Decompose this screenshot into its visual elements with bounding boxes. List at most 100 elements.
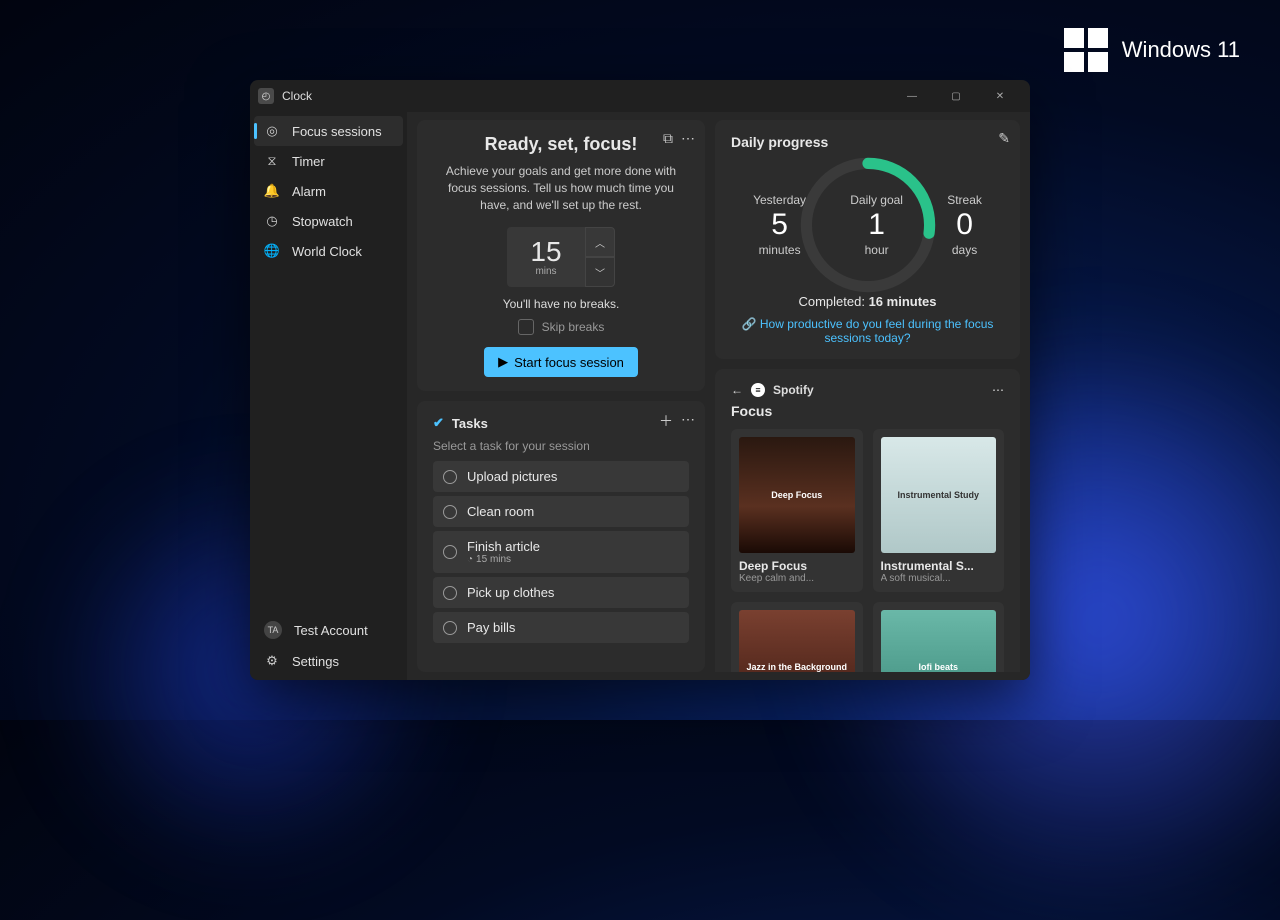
content-area: ⧉ ⋯ Ready, set, focus! Achieve your goal…: [407, 112, 1030, 680]
titlebar[interactable]: ◴ Clock — ▢ ✕: [250, 80, 1030, 112]
app-title: Clock: [282, 89, 312, 103]
playlist-name: Instrumental S...: [881, 559, 997, 573]
sidebar-item-alarm[interactable]: 🔔 Alarm: [254, 176, 403, 206]
tasks-icon: ✔: [433, 415, 444, 431]
more-icon[interactable]: ⋯: [681, 411, 695, 431]
bell-icon: 🔔: [264, 183, 280, 199]
focus-description: Achieve your goals and get more done wit…: [433, 163, 689, 213]
right-column: ✎ Daily progress Yesterday 5 minutes: [715, 120, 1020, 672]
hourglass-icon: ⧖: [264, 153, 280, 169]
windows11-label: Windows 11: [1122, 37, 1240, 63]
daily-progress-card: ✎ Daily progress Yesterday 5 minutes: [715, 120, 1020, 359]
skip-breaks-checkbox[interactable]: [518, 319, 534, 335]
skip-breaks-label: Skip breaks: [542, 320, 605, 334]
minimize-button[interactable]: —: [890, 80, 934, 112]
close-button[interactable]: ✕: [978, 80, 1022, 112]
increment-button[interactable]: ︿: [585, 227, 615, 257]
sidebar-item-world-clock[interactable]: 🌐 World Clock: [254, 236, 403, 266]
spotify-section-title: Focus: [731, 403, 1004, 419]
duration-value: 15: [530, 238, 561, 266]
maximize-button[interactable]: ▢: [934, 80, 978, 112]
sidebar-item-timer[interactable]: ⧖ Timer: [254, 146, 403, 176]
add-task-icon[interactable]: ＋: [659, 411, 673, 431]
windows-logo-icon: [1064, 28, 1108, 72]
feedback-link[interactable]: 🔗 How productive do you feel during the …: [731, 317, 1004, 345]
task-radio[interactable]: [443, 545, 457, 559]
spotify-card: ← ≡ Spotify ⋯ Focus Deep Focus Deep Focu…: [715, 369, 1020, 672]
streak-stat: Streak 0 days: [947, 193, 982, 257]
stat-value: 0: [947, 207, 982, 243]
sidebar: ◎ Focus sessions ⧖ Timer 🔔 Alarm ◷ Stopw…: [250, 112, 407, 680]
playlist-art: lofi beats: [881, 610, 997, 673]
task-label: Finish article: [467, 539, 540, 554]
task-label: Pick up clothes: [467, 585, 554, 600]
skip-breaks-row[interactable]: Skip breaks: [433, 319, 689, 335]
task-meta: 15 mins: [476, 554, 511, 565]
duration-stepper: 15 mins ︿ ﹀: [433, 227, 689, 287]
sidebar-item-focus-sessions[interactable]: ◎ Focus sessions: [254, 116, 403, 146]
more-icon[interactable]: ⋯: [681, 130, 695, 147]
left-column: ⧉ ⋯ Ready, set, focus! Achieve your goal…: [417, 120, 705, 672]
spotify-icon: ≡: [751, 383, 765, 397]
playlist-desc: Keep calm and...: [739, 573, 855, 584]
account-item[interactable]: TA Test Account: [254, 614, 403, 646]
account-label: Test Account: [294, 623, 368, 638]
sidebar-item-label: World Clock: [292, 244, 362, 259]
more-icon[interactable]: ⋯: [992, 383, 1004, 397]
back-icon[interactable]: ←: [731, 383, 743, 397]
task-row[interactable]: Upload pictures: [433, 461, 689, 492]
duration-display[interactable]: 15 mins: [507, 227, 585, 287]
tasks-card: ＋ ⋯ ✔ Tasks Select a task for your sessio…: [417, 401, 705, 672]
popout-icon[interactable]: ⧉: [663, 130, 673, 147]
stopwatch-icon: ◷: [264, 213, 280, 229]
playlist-art: Instrumental Study: [881, 437, 997, 553]
task-row[interactable]: Pick up clothes: [433, 577, 689, 608]
sidebar-item-label: Alarm: [292, 184, 326, 199]
task-label: Clean room: [467, 504, 534, 519]
settings-label: Settings: [292, 654, 339, 669]
task-radio[interactable]: [443, 470, 457, 484]
playlist-desc: A soft musical...: [881, 573, 997, 584]
settings-item[interactable]: ⚙ Settings: [254, 646, 403, 676]
sidebar-item-label: Stopwatch: [292, 214, 353, 229]
playlist-name: Deep Focus: [739, 559, 855, 573]
playlist-item[interactable]: Instrumental Study Instrumental S... A s…: [873, 429, 1005, 592]
start-button-label: Start focus session: [514, 355, 624, 370]
playlist-item[interactable]: Jazz in the Background Jazz in the Bac..…: [731, 602, 863, 673]
completed-text: Completed: 16 minutes: [731, 294, 1004, 309]
tasks-title: Tasks: [452, 416, 488, 431]
task-row[interactable]: Clean room: [433, 496, 689, 527]
play-icon: ▶: [498, 354, 508, 370]
globe-icon: 🌐: [264, 243, 280, 259]
sidebar-item-label: Focus sessions: [292, 124, 382, 139]
stat-label: Streak: [947, 193, 982, 207]
target-icon: ◎: [264, 123, 280, 139]
task-row[interactable]: Pay bills: [433, 612, 689, 643]
progress-ring: [798, 155, 938, 295]
task-radio[interactable]: [443, 621, 457, 635]
focus-title: Ready, set, focus!: [433, 134, 689, 155]
sidebar-item-label: Timer: [292, 154, 325, 169]
clock-icon: ◔: [467, 554, 473, 565]
clock-window: ◴ Clock — ▢ ✕ ◎ Focus sessions ⧖ Timer 🔔…: [250, 80, 1030, 680]
stat-unit: days: [947, 243, 982, 257]
playlist-item[interactable]: lofi beats lofi beats: [873, 602, 1005, 673]
focus-setup-card: ⧉ ⋯ Ready, set, focus! Achieve your goal…: [417, 120, 705, 391]
progress-title: Daily progress: [731, 134, 1004, 150]
start-focus-button[interactable]: ▶ Start focus session: [484, 347, 638, 377]
windows11-brand: Windows 11: [1064, 28, 1240, 72]
app-icon: ◴: [258, 88, 274, 104]
task-radio[interactable]: [443, 505, 457, 519]
edit-icon[interactable]: ✎: [998, 130, 1010, 147]
task-label: Upload pictures: [467, 469, 557, 484]
tasks-hint: Select a task for your session: [433, 439, 689, 453]
task-radio[interactable]: [443, 586, 457, 600]
sidebar-item-stopwatch[interactable]: ◷ Stopwatch: [254, 206, 403, 236]
decrement-button[interactable]: ﹀: [585, 257, 615, 287]
playlist-item[interactable]: Deep Focus Deep Focus Keep calm and...: [731, 429, 863, 592]
task-row[interactable]: Finish article◔15 mins: [433, 531, 689, 573]
duration-unit: mins: [535, 266, 556, 277]
gear-icon: ⚙: [264, 653, 280, 669]
account-avatar-icon: TA: [264, 621, 282, 639]
breaks-message: You'll have no breaks.: [433, 297, 689, 311]
